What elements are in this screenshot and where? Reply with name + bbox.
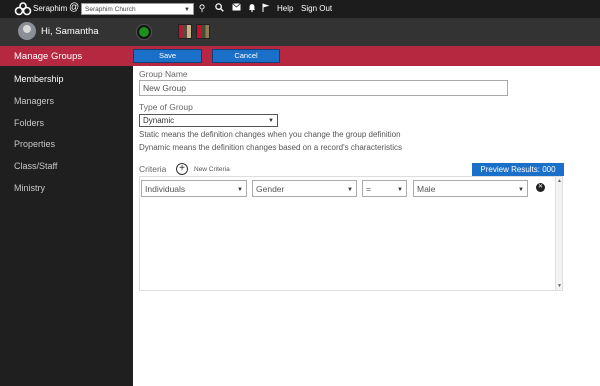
pin-icon[interactable]: ⚲ [197, 3, 207, 14]
chevron-down-icon: ▼ [397, 187, 403, 193]
at-symbol: @ [69, 2, 80, 13]
add-criteria-icon[interactable]: + [176, 163, 188, 175]
church-select[interactable]: Seraphim Church ▼ [81, 3, 194, 15]
criteria-operator-value: = [366, 184, 371, 194]
user-greeting: Hi, Samantha [41, 26, 99, 37]
user-thumbnail-1[interactable] [178, 24, 192, 39]
chevron-down-icon: ▼ [184, 7, 190, 13]
action-bar: Save Cancel [133, 46, 600, 66]
criteria-entity-select[interactable]: Individuals ▼ [141, 180, 247, 197]
status-indicator-icon[interactable] [137, 25, 151, 39]
search-icon[interactable] [214, 3, 224, 14]
group-name-input[interactable]: New Group [139, 80, 508, 96]
criteria-label: Criteria [139, 164, 167, 174]
sidebar-item-class-staff[interactable]: Class/Staff [14, 161, 57, 171]
seraphim-logo-icon[interactable] [14, 2, 32, 16]
criteria-field-select[interactable]: Gender ▼ [252, 180, 357, 197]
avatar[interactable] [18, 22, 36, 40]
top-bar: Seraphim @ Seraphim Church ▼ ⚲ Help Sign… [0, 0, 600, 18]
sidebar-item-ministry[interactable]: Ministry [14, 183, 45, 193]
dynamic-description: Dynamic means the definition changes bas… [139, 143, 402, 152]
sidebar-item-folders[interactable]: Folders [14, 118, 44, 128]
new-criteria-link[interactable]: New Criteria [194, 166, 230, 173]
sidebar: Manage Groups Membership Managers Folder… [0, 46, 133, 386]
church-select-value: Seraphim Church [85, 6, 136, 13]
user-thumbnail-2[interactable] [196, 24, 210, 39]
bell-icon[interactable] [247, 3, 257, 14]
remove-criteria-icon[interactable]: ✕ [536, 183, 545, 192]
criteria-field-value: Gender [256, 184, 285, 194]
criteria-scrollbar[interactable]: ▲ ▼ [555, 177, 562, 290]
criteria-value-select[interactable]: Male ▼ [413, 180, 528, 197]
sidebar-item-membership[interactable]: Membership [14, 74, 64, 84]
sign-out-link[interactable]: Sign Out [301, 4, 332, 13]
sidebar-heading: Manage Groups [0, 46, 133, 66]
chevron-down-icon: ▼ [268, 118, 274, 124]
criteria-value-value: Male [417, 184, 436, 194]
criteria-operator-select[interactable]: = ▼ [362, 180, 407, 197]
group-name-label: Group Name [139, 69, 188, 79]
help-link[interactable]: Help [277, 4, 293, 13]
criteria-entity-value: Individuals [145, 184, 186, 194]
group-type-label: Type of Group [139, 102, 193, 112]
flag-icon[interactable] [261, 3, 271, 14]
preview-results-button[interactable]: Preview Results: 000 [472, 163, 564, 176]
save-button[interactable]: Save [133, 49, 202, 63]
brand-name: Seraphim [33, 4, 68, 13]
group-type-value: Dynamic [143, 116, 175, 125]
user-bar: Hi, Samantha [0, 18, 600, 46]
cancel-button[interactable]: Cancel [212, 49, 280, 63]
group-type-select[interactable]: Dynamic ▼ [139, 114, 278, 127]
scroll-down-icon[interactable]: ▼ [557, 283, 562, 289]
scroll-up-icon[interactable]: ▲ [557, 178, 562, 184]
sidebar-item-managers[interactable]: Managers [14, 96, 54, 106]
chevron-down-icon: ▼ [237, 187, 243, 193]
sidebar-item-properties[interactable]: Properties [14, 139, 55, 149]
static-description: Static means the definition changes when… [139, 130, 401, 139]
mail-icon[interactable] [231, 3, 241, 14]
chevron-down-icon: ▼ [347, 187, 353, 193]
chevron-down-icon: ▼ [518, 187, 524, 193]
